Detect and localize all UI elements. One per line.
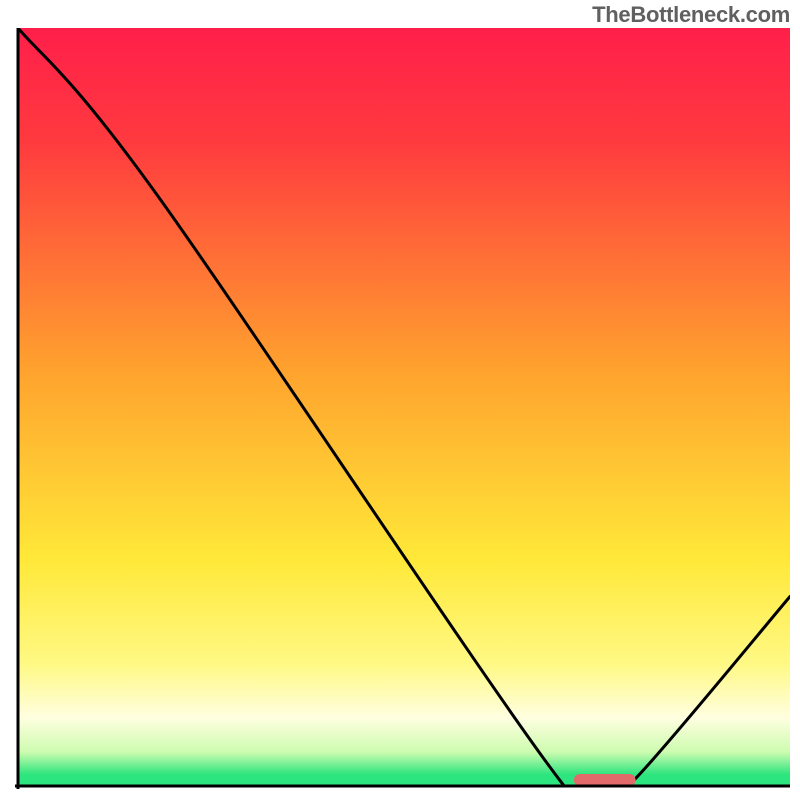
optimal-range-marker <box>574 774 636 786</box>
chart-svg <box>0 0 800 800</box>
bottleneck-chart: TheBottleneck.com <box>0 0 800 800</box>
watermark-text: TheBottleneck.com <box>592 2 790 28</box>
gradient-background <box>18 28 790 786</box>
